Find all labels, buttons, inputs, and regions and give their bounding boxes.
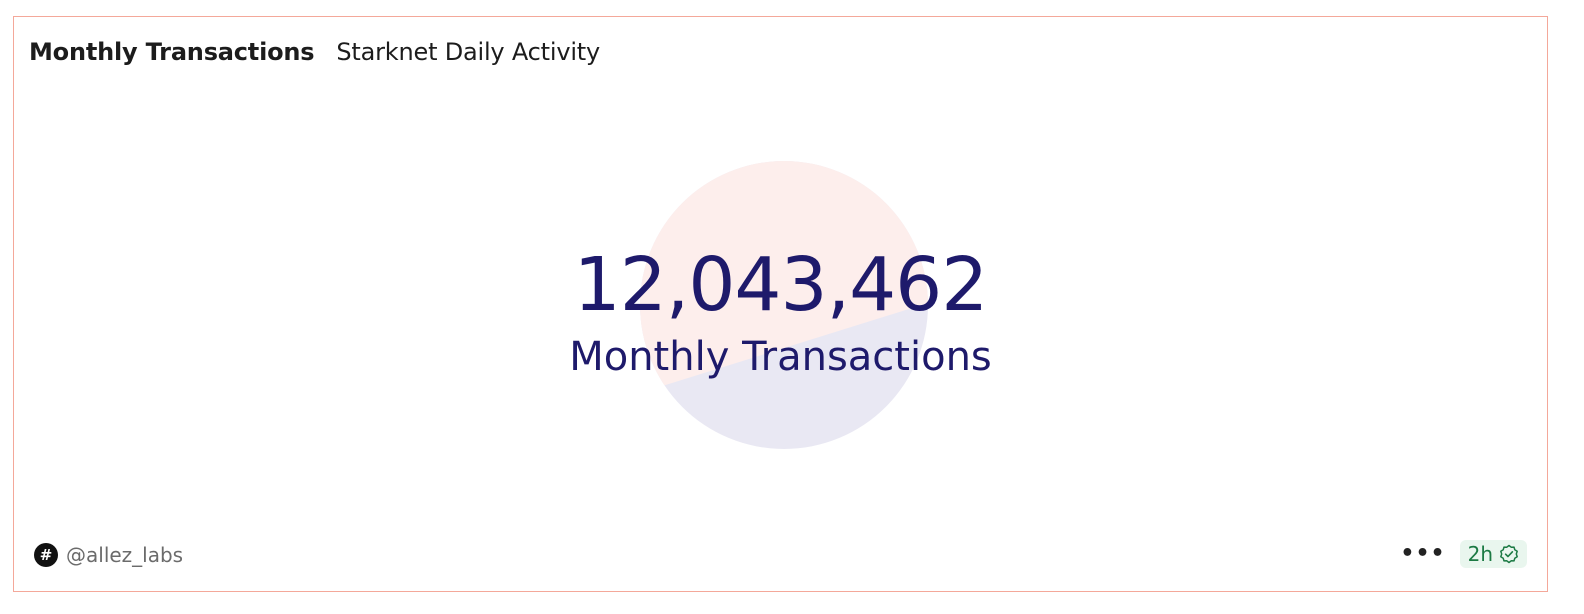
refresh-status-badge[interactable]: 2h xyxy=(1459,540,1527,568)
counter-label: Monthly Transactions xyxy=(569,334,992,380)
card-subtitle[interactable]: Starknet Daily Activity xyxy=(336,38,600,66)
verified-check-icon xyxy=(1500,544,1518,564)
hash-icon: # xyxy=(34,543,58,567)
author-info[interactable]: # @allez_labs xyxy=(34,543,183,567)
counter-card: Monthly Transactions Starknet Daily Acti… xyxy=(13,16,1548,592)
counter-value: 12,043,462 xyxy=(573,242,989,328)
card-actions: ••• 2h xyxy=(1400,540,1527,568)
card-header: Monthly Transactions Starknet Daily Acti… xyxy=(29,38,600,66)
ellipsis-icon[interactable]: ••• xyxy=(1400,540,1445,568)
card-title[interactable]: Monthly Transactions xyxy=(29,38,315,66)
refresh-age: 2h xyxy=(1467,542,1493,566)
author-name[interactable]: @allez_labs xyxy=(66,543,183,567)
